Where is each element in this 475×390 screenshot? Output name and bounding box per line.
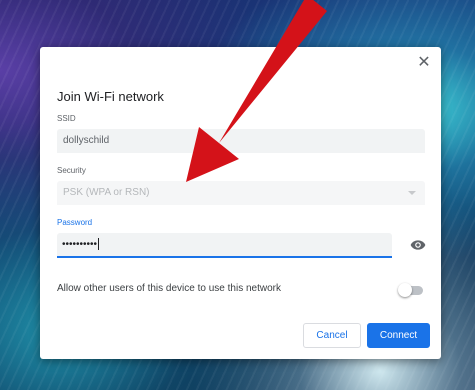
toggle-knob xyxy=(398,283,412,297)
password-input[interactable]: •••••••••• xyxy=(57,233,392,258)
cancel-button[interactable]: Cancel xyxy=(303,323,361,348)
close-icon[interactable]: ✕ xyxy=(415,54,433,72)
allow-other-users-toggle[interactable] xyxy=(398,283,424,297)
chevron-down-icon xyxy=(408,191,416,195)
security-select: PSK (WPA or RSN) xyxy=(57,181,425,205)
allow-other-users-label: Allow other users of this device to use … xyxy=(57,283,281,294)
ssid-label: SSID xyxy=(57,114,76,123)
dialog-title: Join Wi-Fi network xyxy=(57,89,164,104)
ssid-field[interactable]: dollyschild xyxy=(57,129,425,153)
password-label: Password xyxy=(57,218,93,227)
security-label: Security xyxy=(57,166,86,175)
text-caret xyxy=(98,238,100,251)
security-value: PSK (WPA or RSN) xyxy=(63,187,150,198)
join-wifi-dialog: ✕ Join Wi-Fi network SSID dollyschild Se… xyxy=(40,47,441,359)
connect-button[interactable]: Connect xyxy=(367,323,430,348)
eye-icon[interactable] xyxy=(410,238,426,252)
password-value: •••••••••• xyxy=(62,239,98,250)
ssid-value: dollyschild xyxy=(63,135,110,146)
